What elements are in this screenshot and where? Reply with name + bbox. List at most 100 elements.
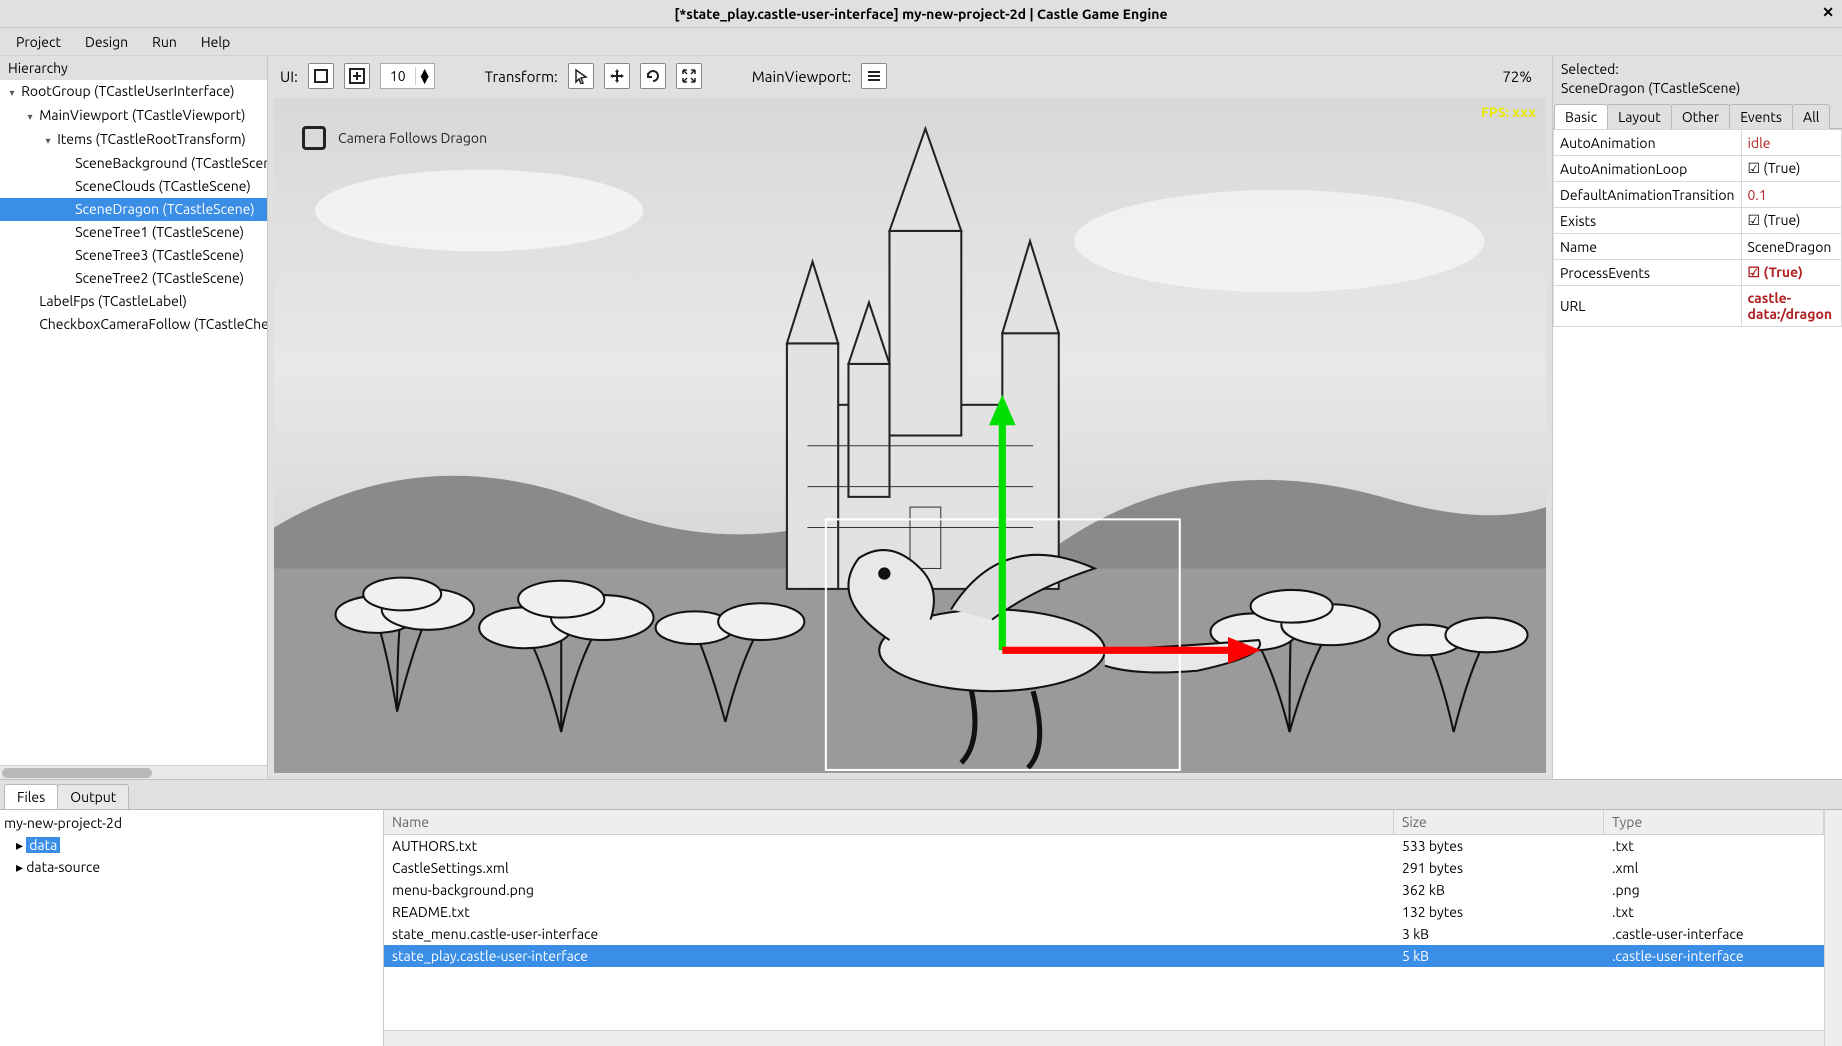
move-icon [609, 68, 625, 84]
ui-spin-input[interactable] [381, 68, 415, 84]
property-name: Exists [1554, 208, 1742, 234]
tab-basic[interactable]: Basic [1554, 104, 1608, 129]
hierarchy-node[interactable]: SceneTree2 (TCastleScene) [0, 267, 267, 290]
hierarchy-node[interactable]: ▾ RootGroup (TCastleUserInterface) [0, 80, 267, 104]
mainviewport-menu-button[interactable] [861, 63, 887, 89]
property-value[interactable]: (True) [1741, 156, 1841, 182]
col-name[interactable]: Name [384, 810, 1394, 834]
bottom-content: my-new-project-2d ▸ data ▸ data-source N… [0, 809, 1842, 1046]
close-icon[interactable]: ✕ [1822, 4, 1834, 21]
ui-select-button[interactable] [308, 63, 334, 89]
menu-run[interactable]: Run [142, 31, 187, 53]
property-value[interactable]: SceneDragon [1741, 234, 1841, 260]
property-name: URL [1554, 286, 1742, 327]
inspector-panel: Selected: SceneDragon (TCastleScene) Bas… [1552, 56, 1842, 779]
inspector-tabs: Basic Layout Other Events All [1553, 104, 1842, 129]
bottom-panel: Files Output my-new-project-2d ▸ data ▸ … [0, 779, 1842, 1046]
hierarchy-node[interactable]: LabelFps (TCastleLabel) [0, 290, 267, 313]
file-size: 5 kB [1394, 945, 1604, 967]
property-value[interactable]: (True) [1741, 208, 1841, 234]
property-row[interactable]: DefaultAnimationTransition0.1 [1554, 182, 1842, 208]
main-area: Hierarchy ▾ RootGroup (TCastleUserInterf… [0, 56, 1842, 779]
window-title: [*state_play.castle-user-interface] my-n… [674, 6, 1167, 22]
menu-design[interactable]: Design [75, 31, 138, 53]
project-tree-item[interactable]: ▸ data-source [4, 856, 379, 878]
file-name: AUTHORS.txt [384, 835, 1394, 857]
file-row[interactable]: state_menu.castle-user-interface3 kB.cas… [384, 923, 1824, 945]
hierarchy-node[interactable]: SceneTree3 (TCastleScene) [0, 244, 267, 267]
file-type: .txt [1604, 835, 1824, 857]
file-name: state_play.castle-user-interface [384, 945, 1394, 967]
file-name: state_menu.castle-user-interface [384, 923, 1394, 945]
center-panel: UI: ▲▼ Transform: [268, 56, 1552, 779]
file-list-hscroll[interactable] [384, 1030, 1824, 1046]
spin-arrows-icon[interactable]: ▲▼ [415, 67, 434, 85]
project-tree[interactable]: my-new-project-2d ▸ data ▸ data-source [0, 810, 384, 1046]
tab-all[interactable]: All [1792, 104, 1830, 129]
tab-other[interactable]: Other [1671, 104, 1730, 129]
ui-add-button[interactable] [344, 63, 370, 89]
property-row[interactable]: AutoAnimationidle [1554, 130, 1842, 156]
selected-label: Selected: [1561, 60, 1834, 79]
hierarchy-node[interactable]: SceneDragon (TCastleScene) [0, 198, 267, 221]
hierarchy-node[interactable]: SceneBackground (TCastleScene) [0, 152, 267, 175]
file-type: .png [1604, 879, 1824, 901]
file-size: 3 kB [1394, 923, 1604, 945]
file-type: .castle-user-interface [1604, 923, 1824, 945]
file-row[interactable]: README.txt132 bytes.txt [384, 901, 1824, 923]
hierarchy-node[interactable]: CheckboxCameraFollow (TCastleCheckbox) [0, 313, 267, 336]
property-row[interactable]: NameSceneDragon [1554, 234, 1842, 260]
hierarchy-node[interactable]: SceneTree1 (TCastleScene) [0, 221, 267, 244]
mainviewport-label: MainViewport: [752, 68, 851, 85]
transform-rotate-button[interactable] [640, 63, 666, 89]
ui-spin[interactable]: ▲▼ [380, 63, 435, 89]
menu-help[interactable]: Help [191, 31, 240, 53]
property-value[interactable]: 0.1 [1741, 182, 1841, 208]
viewport-checkbox-camera-follow[interactable]: Camera Follows Dragon [302, 126, 487, 150]
col-size[interactable]: Size [1394, 810, 1604, 834]
property-value[interactable]: idle [1741, 130, 1841, 156]
property-value[interactable]: (True) [1741, 260, 1841, 286]
file-row[interactable]: CastleSettings.xml291 bytes.xml [384, 857, 1824, 879]
property-grid[interactable]: AutoAnimationidleAutoAnimationLoop(True)… [1553, 129, 1842, 779]
design-toolbar: UI: ▲▼ Transform: [268, 56, 1552, 96]
tab-files[interactable]: Files [4, 784, 58, 810]
hierarchy-tree[interactable]: ▾ RootGroup (TCastleUserInterface)▾ Main… [0, 80, 267, 765]
property-name: ProcessEvents [1554, 260, 1742, 286]
tab-layout[interactable]: Layout [1607, 104, 1672, 129]
tab-output[interactable]: Output [57, 784, 129, 810]
transform-scale-button[interactable] [676, 63, 702, 89]
file-list-header: Name Size Type [384, 810, 1824, 835]
hierarchy-scrollbar[interactable] [0, 765, 267, 779]
file-type: .xml [1604, 857, 1824, 879]
property-name: DefaultAnimationTransition [1554, 182, 1742, 208]
inspector-header: Selected: SceneDragon (TCastleScene) [1553, 56, 1842, 102]
chevron-right-icon: ▸ [16, 859, 26, 875]
hierarchy-node[interactable]: SceneClouds (TCastleScene) [0, 175, 267, 198]
menu-project[interactable]: Project [6, 31, 71, 53]
file-list-vscroll[interactable] [1824, 810, 1842, 1046]
property-name: AutoAnimation [1554, 130, 1742, 156]
tab-events[interactable]: Events [1729, 104, 1793, 129]
file-rows: AUTHORS.txt533 bytes.txtCastleSettings.x… [384, 835, 1824, 1030]
property-value[interactable]: castle-data:/dragon [1741, 286, 1841, 327]
col-type[interactable]: Type [1604, 810, 1824, 834]
selected-name: SceneDragon (TCastleScene) [1561, 79, 1834, 98]
property-row[interactable]: Exists(True) [1554, 208, 1842, 234]
viewport-scene [274, 98, 1546, 773]
hierarchy-node[interactable]: ▾ Items (TCastleRootTransform) [0, 128, 267, 152]
property-row[interactable]: URLcastle-data:/dragon [1554, 286, 1842, 327]
transform-move-button[interactable] [604, 63, 630, 89]
transform-select-button[interactable] [568, 63, 594, 89]
property-name: Name [1554, 234, 1742, 260]
property-row[interactable]: AutoAnimationLoop(True) [1554, 156, 1842, 182]
file-row[interactable]: AUTHORS.txt533 bytes.txt [384, 835, 1824, 857]
chevron-right-icon: ▸ [16, 837, 26, 853]
property-row[interactable]: ProcessEvents(True) [1554, 260, 1842, 286]
file-row[interactable]: menu-background.png362 kB.png [384, 879, 1824, 901]
hierarchy-node[interactable]: ▾ MainViewport (TCastleViewport) [0, 104, 267, 128]
design-viewport[interactable]: Camera Follows Dragon FPS: xxx [274, 98, 1546, 773]
project-root[interactable]: my-new-project-2d [4, 812, 379, 834]
project-tree-item[interactable]: ▸ data [4, 834, 379, 856]
file-row[interactable]: state_play.castle-user-interface5 kB.cas… [384, 945, 1824, 967]
